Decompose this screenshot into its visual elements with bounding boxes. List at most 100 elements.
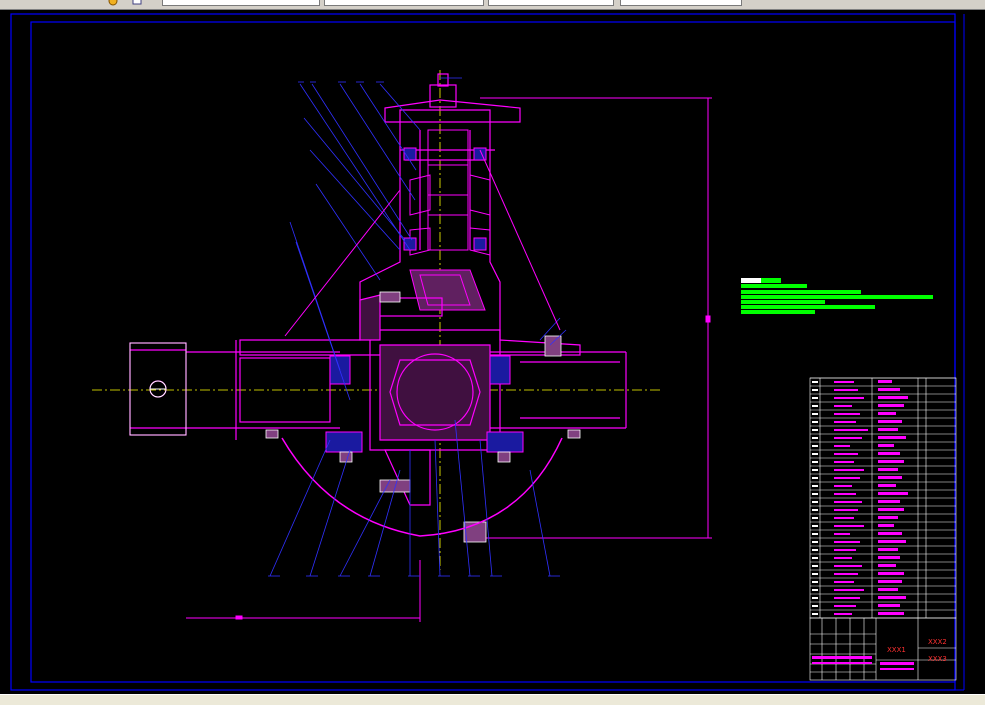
parts-row-number bbox=[812, 445, 818, 447]
parts-row-material bbox=[878, 404, 904, 407]
layer-dropdown[interactable] bbox=[620, 0, 742, 6]
toolbar bbox=[0, 0, 985, 10]
parts-row-material bbox=[878, 436, 906, 439]
parts-row-number bbox=[812, 469, 818, 471]
parts-row-material bbox=[878, 492, 908, 495]
parts-row-name bbox=[834, 525, 864, 527]
parts-row-number bbox=[812, 541, 818, 543]
parts-row-material bbox=[878, 572, 904, 575]
parts-row-number bbox=[812, 589, 818, 591]
pinion-gear bbox=[409, 269, 486, 311]
parts-row-material bbox=[878, 452, 900, 455]
layer-icon[interactable] bbox=[132, 0, 142, 7]
parts-row-material bbox=[878, 420, 902, 423]
parts-row-name bbox=[834, 597, 860, 599]
parts-row-material bbox=[878, 524, 894, 527]
parts-row-number bbox=[812, 557, 818, 559]
parts-row-material bbox=[878, 580, 902, 583]
parts-row-material bbox=[878, 388, 900, 391]
parts-row-name bbox=[834, 549, 856, 551]
parts-row-number bbox=[812, 597, 818, 599]
parts-row-material bbox=[878, 516, 898, 519]
parts-row-name bbox=[834, 517, 854, 519]
parts-row-name bbox=[834, 397, 864, 399]
parts-row-material bbox=[878, 596, 906, 599]
parts-row-material bbox=[878, 500, 900, 503]
parts-row-number bbox=[812, 413, 818, 415]
parts-row-material bbox=[878, 548, 898, 551]
drawing-title: XXX1 bbox=[887, 646, 906, 654]
parts-row-name bbox=[834, 429, 868, 431]
parts-row-number bbox=[812, 517, 818, 519]
toolbar-field-2[interactable] bbox=[324, 0, 484, 6]
parts-row-material bbox=[878, 444, 894, 447]
parts-row-name bbox=[834, 509, 858, 511]
parts-row-material bbox=[878, 380, 892, 383]
parts-row-name bbox=[834, 613, 852, 615]
parts-row-material bbox=[878, 468, 898, 471]
parts-row-number bbox=[812, 509, 818, 511]
parts-row-number bbox=[812, 381, 818, 383]
parts-row-number bbox=[812, 605, 818, 607]
parts-row-material bbox=[878, 540, 906, 543]
overall-dimension bbox=[480, 97, 712, 539]
parts-row-name bbox=[834, 581, 854, 583]
parts-row-material bbox=[878, 588, 898, 591]
parts-row-number bbox=[812, 493, 818, 495]
technical-notes bbox=[741, 278, 933, 314]
parts-row-name bbox=[834, 589, 864, 591]
parts-row-number bbox=[812, 501, 818, 503]
parts-row-material bbox=[878, 604, 900, 607]
parts-row-name bbox=[834, 421, 856, 423]
parts-row-number bbox=[812, 485, 818, 487]
parts-row-number bbox=[812, 437, 818, 439]
parts-row-number bbox=[812, 429, 818, 431]
parts-row-number bbox=[812, 405, 818, 407]
parts-row-name bbox=[834, 485, 852, 487]
parts-row-name bbox=[834, 573, 858, 575]
parts-row-name bbox=[834, 501, 862, 503]
parts-row-name bbox=[834, 469, 864, 471]
parts-row-number bbox=[812, 613, 818, 615]
parts-row-number bbox=[812, 525, 818, 527]
parts-row-number bbox=[812, 397, 818, 399]
undo-icon[interactable] bbox=[108, 0, 118, 7]
parts-row-name bbox=[834, 445, 850, 447]
parts-row-name bbox=[834, 557, 852, 559]
status-bar bbox=[0, 694, 985, 705]
parts-row-name bbox=[834, 461, 854, 463]
parts-row-material bbox=[878, 476, 902, 479]
title-block bbox=[809, 617, 957, 681]
parts-row-material bbox=[878, 564, 896, 567]
parts-row-name bbox=[834, 405, 852, 407]
parts-row-material bbox=[878, 460, 904, 463]
toolbar-field-3[interactable] bbox=[488, 0, 614, 6]
parts-row-name bbox=[834, 413, 860, 415]
parts-row-name bbox=[834, 453, 858, 455]
drawing-code-top: XXX2 bbox=[928, 638, 947, 646]
parts-row-number bbox=[812, 453, 818, 455]
parts-row-material bbox=[878, 428, 898, 431]
parts-row-name bbox=[834, 477, 860, 479]
toolbar-field-1[interactable] bbox=[162, 0, 320, 6]
parts-row-number bbox=[812, 581, 818, 583]
bottom-dimension bbox=[186, 560, 421, 622]
parts-row-name bbox=[834, 493, 856, 495]
parts-row-material bbox=[878, 508, 904, 511]
parts-row-name bbox=[834, 533, 850, 535]
parts-row-name bbox=[834, 437, 862, 439]
parts-row-number bbox=[812, 533, 818, 535]
parts-row-name bbox=[834, 605, 856, 607]
parts-row-material bbox=[878, 412, 896, 415]
leader-balloons bbox=[298, 77, 462, 83]
drawing-code-bottom: XXX3 bbox=[928, 655, 947, 663]
parts-row-number bbox=[812, 549, 818, 551]
parts-row-number bbox=[812, 573, 818, 575]
title-block-marks bbox=[812, 656, 914, 670]
drawing-canvas[interactable]: XXX1 XXX2 XXX3 bbox=[0, 10, 985, 694]
parts-row-material bbox=[878, 612, 904, 615]
differential-case bbox=[359, 294, 501, 506]
parts-row-name bbox=[834, 565, 862, 567]
parts-row-material bbox=[878, 532, 902, 535]
parts-row-number bbox=[812, 421, 818, 423]
